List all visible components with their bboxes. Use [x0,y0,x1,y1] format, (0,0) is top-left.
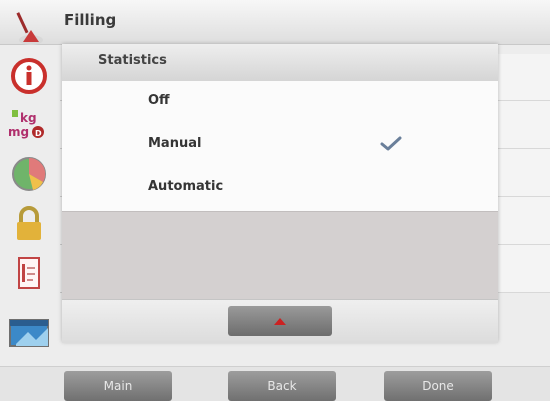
dialog-footer [62,299,498,343]
option-label: Automatic [148,179,224,194]
dialog-header: Statistics [62,44,498,82]
option-off[interactable]: Off [62,81,498,124]
list-row[interactable] [498,54,550,101]
title-bar: Filling [0,0,550,45]
print-icon[interactable] [2,250,56,298]
statistics-dialog: Statistics Off Manual Automatic [62,44,498,343]
list-row[interactable] [498,197,550,245]
units-icon[interactable]: kg mg D [2,100,56,148]
svg-text:mg: mg [8,125,29,139]
dialog-title: Statistics [98,53,167,68]
list-row[interactable] [498,101,550,149]
bottom-bar: Main Back Done [0,366,550,401]
empty-area [62,211,498,300]
done-button[interactable]: Done [384,371,492,401]
list-row[interactable] [498,245,550,293]
checkmark-icon [380,134,402,154]
options-list: Off Manual Automatic [62,81,498,211]
chart-icon[interactable] [2,150,56,198]
filling-icon[interactable] [2,4,56,52]
option-automatic[interactable]: Automatic [62,167,498,210]
option-label: Manual [148,136,202,151]
arrow-up-icon [274,318,286,325]
option-label: Off [148,93,170,108]
info-icon[interactable] [2,52,56,100]
svg-text:kg: kg [20,111,37,125]
lock-icon[interactable] [2,200,56,248]
main-button[interactable]: Main [64,371,172,401]
sidebar: kg mg D [0,0,58,366]
option-manual[interactable]: Manual [62,124,498,167]
page-title: Filling [64,11,117,29]
svg-text:D: D [35,129,42,138]
list-row[interactable] [498,149,550,197]
back-button[interactable]: Back [228,371,336,401]
display-icon[interactable] [2,310,56,358]
screen: Filling kg mg D Statistics Off Manual Au… [0,0,550,401]
scroll-up-button[interactable] [228,306,332,336]
